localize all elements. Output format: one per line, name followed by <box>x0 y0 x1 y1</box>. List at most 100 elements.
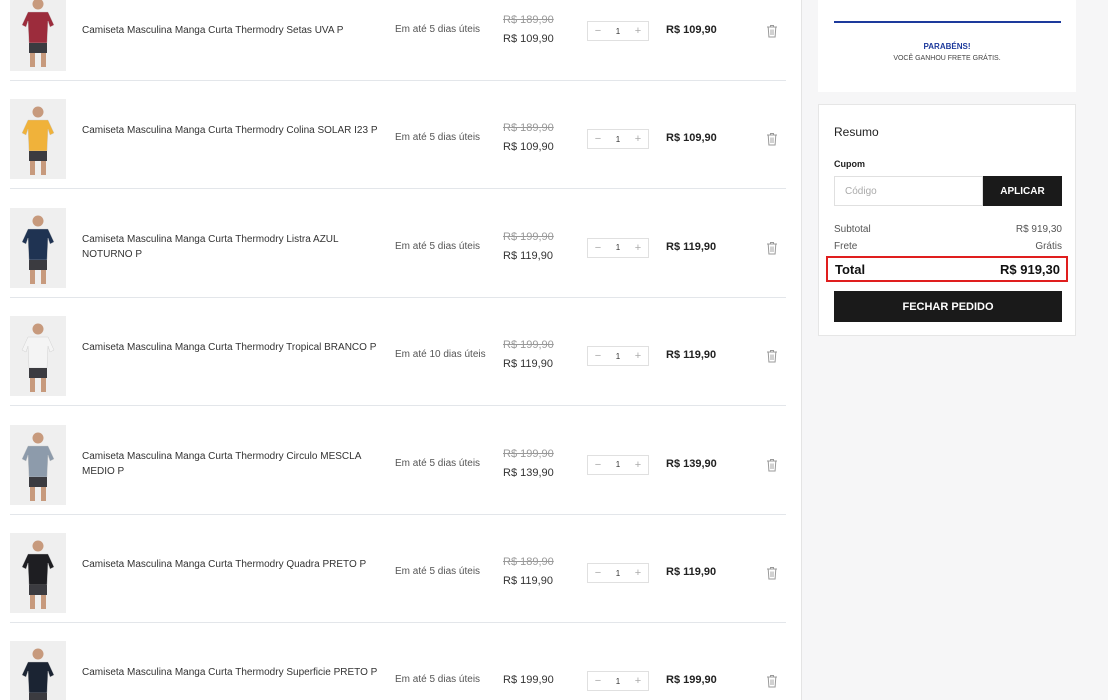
unit-price: R$ 119,90 <box>503 249 553 262</box>
order-sidebar: PARABÉNS! VOCÊ GANHOU FRETE GRÁTIS. Resu… <box>801 0 1108 700</box>
trash-icon[interactable] <box>766 132 778 146</box>
unit-price: R$ 109,90 <box>503 33 554 45</box>
apply-coupon-button[interactable]: APLICAR <box>983 176 1062 206</box>
quantity-value[interactable]: 1 <box>608 456 628 474</box>
trash-icon[interactable] <box>766 458 778 472</box>
decrease-quantity-button[interactable]: − <box>588 672 608 690</box>
quantity-value[interactable]: 1 <box>608 130 628 148</box>
quantity-stepper: −1 + <box>587 563 649 583</box>
quantity-value[interactable]: 1 <box>608 22 628 40</box>
free-shipping-banner: PARABÉNS! VOCÊ GANHOU FRETE GRÁTIS. <box>818 0 1076 92</box>
shipping-estimate: Em até 5 dias úteis <box>395 132 481 144</box>
product-photo[interactable] <box>10 316 66 397</box>
increase-quantity-button[interactable]: + <box>628 564 648 582</box>
product-photo[interactable] <box>10 0 66 71</box>
free-shipping-message: VOCÊ GANHOU FRETE GRÁTIS. <box>893 55 1001 62</box>
quantity-stepper: −1 + <box>587 671 649 692</box>
increase-quantity-button[interactable]: + <box>628 239 648 257</box>
decrease-quantity-button[interactable]: − <box>588 239 608 257</box>
increase-quantity-button[interactable]: + <box>628 456 648 474</box>
trash-icon[interactable] <box>766 566 778 580</box>
cart-item-row: Camiseta Masculina Manga Curta Thermodry… <box>10 407 786 515</box>
decrease-quantity-button[interactable]: − <box>588 347 608 365</box>
decrease-quantity-button[interactable]: − <box>588 22 608 40</box>
total-highlight: Total R$ 919,30 <box>826 256 1068 282</box>
original-price: R$ 199,90 <box>503 447 554 460</box>
quantity-value[interactable]: 1 <box>608 239 628 257</box>
increase-quantity-button[interactable]: + <box>628 347 648 365</box>
product-photo[interactable] <box>10 641 66 700</box>
original-price: R$ 189,90 <box>503 14 554 26</box>
item-total: R$ 109,90 <box>666 24 717 36</box>
free-shipping-progress-bar <box>834 21 1061 23</box>
unit-price: R$ 119,90 <box>503 575 553 587</box>
unit-price: R$ 199,90 <box>503 674 554 687</box>
decrease-quantity-button[interactable]: − <box>588 564 608 582</box>
quantity-stepper: −1 + <box>587 237 649 258</box>
item-total: R$ 109,90 <box>666 132 717 145</box>
original-price: R$ 199,90 <box>503 339 554 352</box>
trash-icon[interactable] <box>766 24 778 38</box>
cart-item-row: Camiseta Masculina Manga Curta Thermodry… <box>10 623 786 700</box>
product-name[interactable]: Camiseta Masculina Manga Curta Thermodry… <box>82 557 382 572</box>
item-total: R$ 119,90 <box>666 566 717 578</box>
cart-item-row: Camiseta Masculina Manga Curta Thermodry… <box>10 81 786 190</box>
increase-quantity-button[interactable]: + <box>628 130 648 148</box>
order-summary: Resumo Cupom APLICAR Subtotal R$ 919,30 … <box>818 104 1076 336</box>
subtotal-value: R$ 919,30 <box>1015 224 1062 235</box>
checkout-button[interactable]: FECHAR PEDIDO <box>834 291 1062 322</box>
unit-price: R$ 109,90 <box>503 141 554 154</box>
trash-icon[interactable] <box>766 241 778 255</box>
cart-item-list: Camiseta Masculina Manga Curta Thermodry… <box>0 0 800 700</box>
product-name[interactable]: Camiseta Masculina Manga Curta Thermodry… <box>82 449 382 479</box>
item-total: R$ 119,90 <box>666 349 717 362</box>
unit-price: R$ 139,90 <box>503 466 554 479</box>
cart-item-row: Camiseta Masculina Manga Curta Thermodry… <box>10 0 786 81</box>
product-name[interactable]: Camiseta Masculina Manga Curta Thermodry… <box>82 340 382 355</box>
unit-price: R$ 119,90 <box>503 358 553 371</box>
product-name[interactable]: Camiseta Masculina Manga Curta Thermodry… <box>82 23 382 38</box>
shipping-estimate: Em até 5 dias úteis <box>395 24 481 35</box>
shipping-label: Frete <box>834 241 858 252</box>
product-photo[interactable] <box>10 99 66 180</box>
coupon-label: Cupom <box>834 159 865 169</box>
summary-title: Resumo <box>834 125 879 139</box>
coupon-input[interactable] <box>834 176 983 206</box>
item-total: R$ 119,90 <box>666 240 717 253</box>
cart-item-row: Camiseta Masculina Manga Curta Thermodry… <box>10 190 786 298</box>
trash-icon[interactable] <box>766 674 778 688</box>
quantity-stepper: −1 + <box>587 129 649 150</box>
quantity-stepper: −1 + <box>587 454 649 475</box>
trash-icon[interactable] <box>766 349 778 363</box>
quantity-value[interactable]: 1 <box>608 347 628 365</box>
original-price: R$ 199,90 <box>503 230 554 243</box>
subtotal-label: Subtotal <box>834 224 871 235</box>
quantity-stepper: −1 + <box>587 346 649 367</box>
product-name[interactable]: Camiseta Masculina Manga Curta Thermodry… <box>82 232 382 262</box>
product-photo[interactable] <box>10 533 66 613</box>
total-label: Total <box>835 262 866 277</box>
shipping-estimate: Em até 5 dias úteis <box>395 457 481 469</box>
shipping-estimate: Em até 5 dias úteis <box>395 240 481 252</box>
decrease-quantity-button[interactable]: − <box>588 456 608 474</box>
original-price: R$ 189,90 <box>503 556 554 568</box>
quantity-value[interactable]: 1 <box>608 672 628 690</box>
product-name[interactable]: Camiseta Masculina Manga Curta Thermodry… <box>82 665 382 680</box>
decrease-quantity-button[interactable]: − <box>588 130 608 148</box>
increase-quantity-button[interactable]: + <box>628 672 648 690</box>
product-name[interactable]: Camiseta Masculina Manga Curta Thermodry… <box>82 123 382 138</box>
shipping-value: Grátis <box>1035 241 1062 252</box>
shipping-estimate: Em até 10 dias úteis <box>395 349 486 361</box>
product-photo[interactable] <box>10 207 66 288</box>
item-total: R$ 139,90 <box>666 457 717 470</box>
total-value: R$ 919,30 <box>1000 262 1060 277</box>
original-price: R$ 189,90 <box>503 122 554 135</box>
cart-item-row: Camiseta Masculina Manga Curta Thermodry… <box>10 298 786 407</box>
shipping-estimate: Em até 5 dias úteis <box>395 566 481 577</box>
quantity-stepper: −1 + <box>587 21 649 41</box>
item-total: R$ 199,90 <box>666 674 717 687</box>
quantity-value[interactable]: 1 <box>608 564 628 582</box>
product-photo[interactable] <box>10 424 66 505</box>
shipping-estimate: Em até 5 dias úteis <box>395 674 481 686</box>
increase-quantity-button[interactable]: + <box>628 22 648 40</box>
